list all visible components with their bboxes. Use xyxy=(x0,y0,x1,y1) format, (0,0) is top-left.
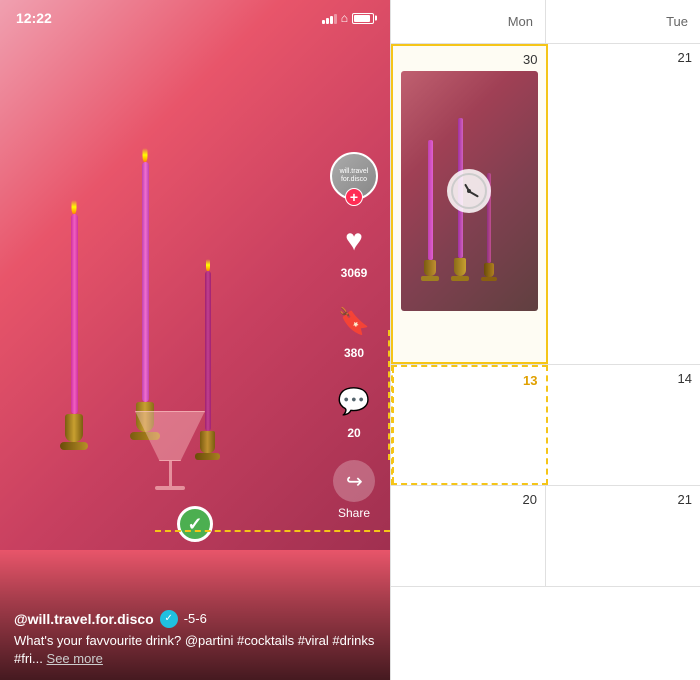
day-header-tue: Tue xyxy=(546,0,700,43)
bookmark-action[interactable]: 🔖 380 xyxy=(333,300,375,360)
date-21: 21 xyxy=(556,50,693,65)
comment-count: 20 xyxy=(347,426,360,440)
caption-area: @will.travel.for.disco ✓ -5-6 What's you… xyxy=(0,550,390,680)
status-icons: ⌂ xyxy=(322,11,374,25)
battery-icon xyxy=(352,13,374,24)
wifi-icon: ⌂ xyxy=(341,11,348,25)
share-action[interactable]: ↩ Share xyxy=(333,460,375,520)
record-button[interactable]: ✓ xyxy=(177,506,213,542)
see-more-link[interactable]: See more xyxy=(47,651,103,666)
date-13: 13 xyxy=(401,373,538,388)
calendar-panel: Mon Tue 30 xyxy=(390,0,700,680)
username: @will.travel.for.disco xyxy=(14,611,154,627)
share-icon[interactable]: ↩ xyxy=(333,460,375,502)
calendar-cell-mon-20[interactable]: 20 xyxy=(391,486,546,586)
comment-action[interactable]: 💬 20 xyxy=(333,380,375,440)
status-bar: 12:22 ⌂ xyxy=(0,0,390,36)
calendar-cell-tue-21[interactable]: 21 xyxy=(548,44,700,364)
calendar-header: Mon Tue xyxy=(391,0,700,44)
status-time: 12:22 xyxy=(16,10,52,26)
actions-panel: will.travelfor.disco + ♥ 3069 🔖 380 💬 20 xyxy=(330,152,378,520)
creator-avatar[interactable]: will.travelfor.disco + xyxy=(330,152,378,200)
heart-icon[interactable]: ♥ xyxy=(333,220,375,262)
date-20: 20 xyxy=(399,492,537,507)
annotation-line-h xyxy=(155,530,390,532)
like-action[interactable]: ♥ 3069 xyxy=(333,220,375,280)
calendar-row-3: 20 21 xyxy=(391,486,700,587)
follow-plus-button[interactable]: + xyxy=(345,188,363,206)
comment-icon[interactable]: 💬 xyxy=(333,380,375,422)
date-30: 30 xyxy=(401,52,538,67)
caption-text: What's your favvourite drink? @partini #… xyxy=(14,632,376,668)
calendar-cell-tue-14[interactable]: 14 xyxy=(548,365,700,485)
verified-badge: ✓ xyxy=(160,610,178,628)
phone-panel: 12:22 ⌂ xyxy=(0,0,390,680)
bookmark-count: 380 xyxy=(344,346,364,360)
calendar-cell-tue-21b[interactable]: 21 xyxy=(546,486,700,586)
calendar-cell-mon-30[interactable]: 30 xyxy=(391,44,548,364)
day-header-mon: Mon xyxy=(391,0,546,43)
calendar-row-2: 13 14 xyxy=(391,365,700,486)
clock-face xyxy=(451,173,487,209)
signal-icon xyxy=(322,12,337,24)
date-14: 14 xyxy=(556,371,693,386)
clock-overlay xyxy=(447,169,491,213)
calendar-image-preview[interactable] xyxy=(401,71,538,311)
calendar-row-1: 30 xyxy=(391,44,700,365)
calendar-cell-mon-13[interactable]: 13 xyxy=(391,365,548,485)
score-text: -5-6 xyxy=(184,611,207,626)
share-label: Share xyxy=(338,506,370,520)
date-21b: 21 xyxy=(554,492,692,507)
like-count: 3069 xyxy=(341,266,368,280)
username-row: @will.travel.for.disco ✓ -5-6 xyxy=(14,610,376,628)
bookmark-icon[interactable]: 🔖 xyxy=(333,300,375,342)
